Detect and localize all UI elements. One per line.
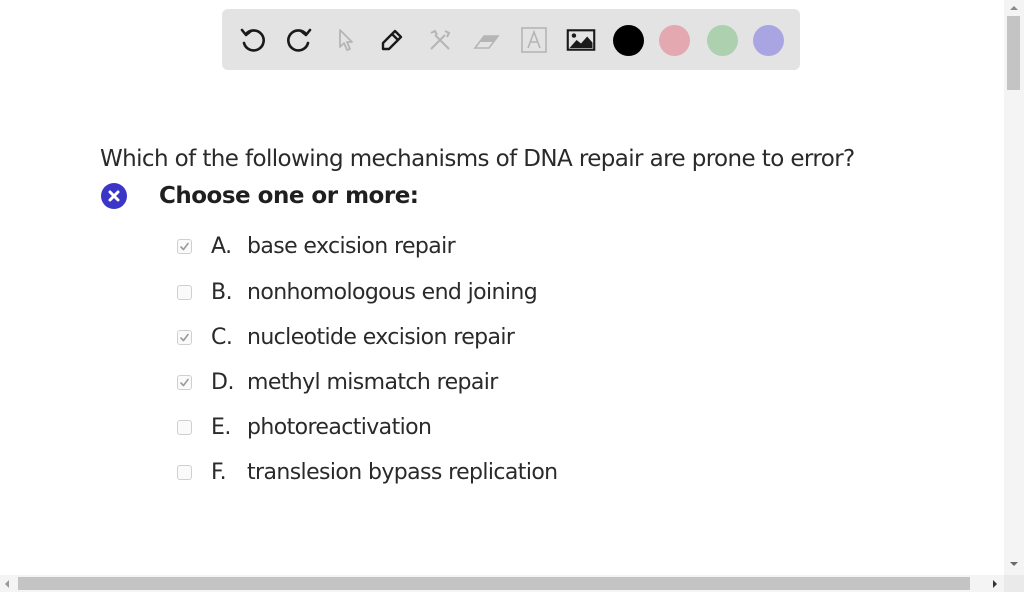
option-letter: A. <box>211 233 232 259</box>
vertical-scrollbar[interactable] <box>1004 0 1024 575</box>
scrollbar-corner <box>1004 575 1024 592</box>
eraser-icon <box>473 35 500 49</box>
pointer-icon <box>339 29 353 51</box>
option-label: base excision repair <box>247 233 456 259</box>
checkmark-icon <box>180 378 189 386</box>
undo-button[interactable] <box>237 24 269 56</box>
checkmark-icon <box>180 242 189 250</box>
option-label: nucleotide excision repair <box>247 324 515 350</box>
crossed-tools-icon <box>430 29 451 50</box>
scroll-up-arrow-icon[interactable] <box>1010 6 1018 10</box>
option-a[interactable]: A. base excision repair <box>177 232 456 260</box>
scroll-right-arrow-icon[interactable] <box>993 580 997 588</box>
option-label: methyl mismatch repair <box>247 369 498 395</box>
redo-icon <box>287 28 312 52</box>
vertical-scroll-thumb[interactable] <box>1007 16 1020 90</box>
pen-tool-button[interactable] <box>376 24 408 56</box>
option-d[interactable]: D. methyl mismatch repair <box>177 368 498 396</box>
option-label: translesion bypass replication <box>247 459 558 485</box>
scroll-down-arrow-icon[interactable] <box>1010 562 1018 566</box>
text-tool-button[interactable] <box>518 24 550 56</box>
option-letter: F. <box>211 459 227 485</box>
option-checkbox[interactable] <box>177 329 192 345</box>
question-text: Which of the following mechanisms of DNA… <box>100 146 855 172</box>
color-swatch-purple[interactable] <box>753 25 784 56</box>
option-checkbox[interactable] <box>177 238 192 254</box>
redo-button[interactable] <box>283 24 315 56</box>
tools-button[interactable] <box>424 24 456 56</box>
option-letter: D. <box>211 369 234 395</box>
option-letter: B. <box>211 279 233 305</box>
option-b[interactable]: B. nonhomologous end joining <box>177 278 538 306</box>
scroll-left-arrow-icon[interactable] <box>5 580 9 588</box>
option-checkbox[interactable] <box>177 284 192 300</box>
checkmark-icon <box>180 333 189 341</box>
color-swatch-pink[interactable] <box>659 25 690 56</box>
color-swatch-black[interactable] <box>613 25 644 56</box>
image-icon <box>566 29 596 51</box>
option-checkbox[interactable] <box>177 464 192 480</box>
undo-icon <box>240 28 265 52</box>
incorrect-x-icon <box>101 183 127 209</box>
option-checkbox[interactable] <box>177 419 192 435</box>
option-letter: E. <box>211 414 231 440</box>
horizontal-scrollbar[interactable] <box>0 575 1004 592</box>
option-e[interactable]: E. photoreactivation <box>177 413 432 441</box>
color-swatch-green[interactable] <box>707 25 738 56</box>
option-letter: C. <box>211 324 233 350</box>
pencil-icon <box>381 29 403 51</box>
option-label: nonhomologous end joining <box>247 279 538 305</box>
option-f[interactable]: F. translesion bypass replication <box>177 458 558 486</box>
image-tool-button[interactable] <box>565 24 597 56</box>
text-box-icon <box>521 27 547 53</box>
option-c[interactable]: C. nucleotide excision repair <box>177 323 515 351</box>
select-tool-button[interactable] <box>330 24 362 56</box>
option-checkbox[interactable] <box>177 374 192 390</box>
drawing-toolbar <box>222 9 800 70</box>
option-label: photoreactivation <box>247 414 432 440</box>
eraser-tool-button[interactable] <box>470 24 502 56</box>
horizontal-scroll-thumb[interactable] <box>18 577 970 590</box>
instruction-text: Choose one or more: <box>159 183 419 209</box>
